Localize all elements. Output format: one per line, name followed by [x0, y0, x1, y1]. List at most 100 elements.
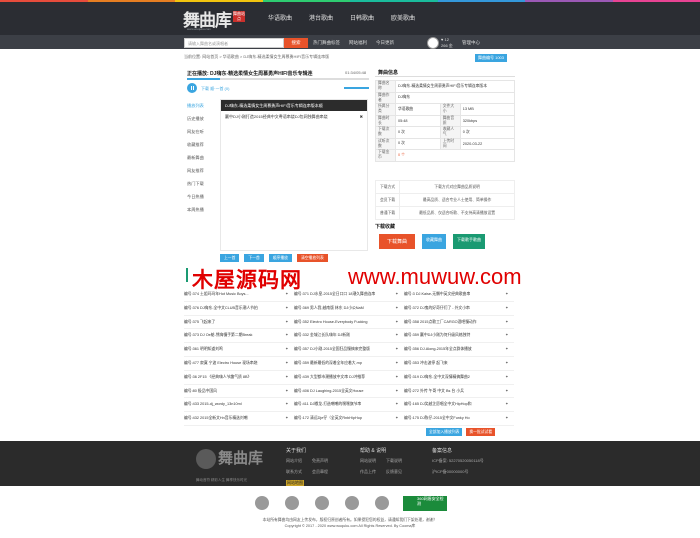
weibo-icon[interactable] [345, 496, 359, 510]
list-item[interactable]: 编号:371 DJ水皇-2015全日口口 18潮久舞曲连串 + [294, 288, 404, 301]
add-icon[interactable]: + [506, 357, 508, 371]
list-item[interactable]: 编号:353 冲击波停 起飞来 + [404, 357, 514, 370]
list-item[interactable]: 编号:80 极品中国风 + [184, 385, 294, 398]
next-button[interactable]: 下一首 [244, 254, 264, 262]
add-icon[interactable]: + [506, 412, 508, 426]
hot-tags-link[interactable]: 热门舞曲标签 [313, 40, 340, 46]
add-icon[interactable]: + [396, 316, 398, 330]
add-icon[interactable]: + [506, 371, 508, 385]
prev-button[interactable]: 上一首 [220, 254, 240, 262]
add-icon[interactable]: + [286, 412, 288, 426]
clear-playlist-button[interactable]: 清空播放列表 [296, 254, 328, 262]
list-item[interactable]: 编号:356 DJ.Along-2015年全点群体播放 + [404, 343, 514, 356]
list-item[interactable]: 编号:359 最新最低的深着全年应着大.mp + [294, 357, 404, 370]
add-all-button[interactable]: 全部加入播放列表 [426, 428, 463, 436]
tencent-weibo-icon[interactable] [375, 496, 389, 510]
favorite-song-button[interactable]: 收藏舞曲 [422, 234, 447, 249]
add-icon[interactable]: + [396, 288, 398, 302]
add-icon[interactable]: + [286, 357, 288, 371]
list-item[interactable]: 编号:358 2015点歌工厂CARGO酒吧慢动作 + [404, 316, 514, 329]
add-icon[interactable]: + [396, 385, 398, 399]
add-icon[interactable]: + [286, 371, 288, 385]
nav-item-jp-kr[interactable]: 日韩歌曲 [350, 13, 374, 22]
list-item[interactable]: 编号:373 DJ Oe蛤-熊嗨慢手第二期Break + [184, 329, 294, 342]
download-song-button[interactable]: 下载舞曲 [379, 234, 416, 249]
progress-bar[interactable] [187, 78, 369, 80]
list-item[interactable]: 编号:352 Electro House-Everybody Fucking + [294, 316, 404, 329]
playlist-item[interactable]: DJ嗨东-精选柔情女生周慕勇声HIFI音乐专辑连串版本顺 [221, 100, 367, 111]
search-button[interactable]: 搜索 [284, 38, 308, 48]
add-icon[interactable]: + [396, 329, 398, 343]
volume-slider[interactable] [344, 87, 369, 89]
list-item[interactable]: 编号:375 飞起来了 + [184, 316, 294, 329]
tab-recommend[interactable]: 网友推荐 [187, 164, 217, 177]
nav-item-mandarin[interactable]: 华语歌曲 [268, 13, 292, 22]
list-item[interactable]: 编号:175 DJ陈仔-2015全中文Funky Ho + [404, 412, 514, 425]
list-item[interactable]: 编号:372 DJ鬼的好奇仔们了 - 外文小串 + [404, 302, 514, 315]
add-icon[interactable]: + [396, 302, 398, 316]
remove-icon[interactable]: ✖ [360, 111, 363, 122]
add-icon[interactable]: + [286, 385, 288, 399]
add-icon[interactable]: + [396, 343, 398, 357]
refresh-batch-button[interactable]: 换一批试试看 [466, 428, 496, 436]
add-icon[interactable]: + [396, 357, 398, 371]
add-icon[interactable]: + [286, 302, 288, 316]
safety-badge[interactable]: 360网盾安全检测 [403, 496, 447, 511]
list-item[interactable]: 编号:439 大型都市潮播放中文串 DJ冲推荐 + [294, 371, 404, 384]
add-icon[interactable]: + [396, 412, 398, 426]
list-item[interactable]: 编号:272 外传 午哥 中文 Bs 台 小兵 + [404, 385, 514, 398]
add-icon[interactable]: + [286, 343, 288, 357]
list-item[interactable]: 编号:332 金城江长队嗨年 DJ新刚 + [294, 329, 404, 342]
tab-listening[interactable]: 网友在听 [187, 125, 217, 138]
admin-center-link[interactable]: 管理中心 [462, 40, 480, 46]
add-icon[interactable]: + [506, 343, 508, 357]
tab-today-hot[interactable]: 今日热播 [187, 190, 217, 203]
download-artist-button[interactable]: 下载歌手歌曲 [453, 234, 486, 249]
list-item[interactable]: 编号:36 2F15 《经典嗨人节趣气质 8B》 + [184, 371, 294, 384]
list-item[interactable]: 编号:369 男人我 越南版 林东 DJ小公NaM + [294, 302, 404, 315]
order-play-button[interactable]: 顺序播放 [268, 254, 292, 262]
add-icon[interactable]: + [506, 385, 508, 399]
list-item[interactable]: 编号:411 DJ嘟龙-打造嘲嘲的嘿嘿旗节串 + [294, 398, 404, 411]
tab-favorites[interactable]: 收藏推荐 [187, 138, 217, 151]
add-icon[interactable]: + [286, 329, 288, 343]
add-icon[interactable]: + [506, 288, 508, 302]
player-controls[interactable]: 下载 顺·一首 (0) [201, 86, 229, 92]
tab-week-hot[interactable]: 本周热播 [187, 203, 217, 216]
add-icon[interactable]: + [286, 288, 288, 302]
ie-icon[interactable] [255, 496, 269, 510]
add-icon[interactable]: + [506, 316, 508, 330]
pause-button[interactable] [187, 83, 197, 93]
list-item[interactable]: 编号:361 明明知道刘鸣 + [184, 343, 294, 356]
list-item[interactable]: 编号:172 清远Dje仔（全英文RnbHipHop + [294, 412, 404, 425]
list-item[interactable]: 编号:357 DJ小刚-2015全国狂品慢搞来完整版 + [294, 343, 404, 356]
nav-item-western[interactable]: 欧美歌曲 [391, 13, 415, 22]
list-item[interactable]: 编号:376 DJ嗨东-全中文CLUB音乐潮人节拍 + [184, 302, 294, 315]
add-icon[interactable]: + [286, 316, 288, 330]
site-logo[interactable]: 舞曲库 舞曲站点 www.wuquku.com [183, 6, 247, 32]
tab-latest[interactable]: 最新舞曲 [187, 151, 217, 164]
list-item[interactable]: 编号:319 DJ嗨东-全中文深情精搞舞曲2 + [404, 371, 514, 384]
tab-history[interactable]: 历史播放 [187, 112, 217, 125]
list-item[interactable]: 编号:374 土姐玛玛年Hot Music Boys... + [184, 288, 294, 301]
avatar[interactable] [427, 37, 439, 49]
add-icon[interactable]: + [506, 302, 508, 316]
add-icon[interactable]: + [506, 398, 508, 412]
today-updates-link[interactable]: 今日更新 [376, 40, 394, 46]
tab-hot-download[interactable]: 热门下载 [187, 177, 217, 190]
list-item[interactable]: 编号:3 DJ.Kaise-无懈中英文经典歌曲串 + [404, 288, 514, 301]
add-icon[interactable]: + [396, 371, 398, 385]
qq-icon[interactable] [285, 496, 299, 510]
add-icon[interactable]: + [506, 329, 508, 343]
list-item[interactable]: 编号:477 寂寞 宁波 Electro House 现场串烧 + [184, 357, 294, 370]
welfare-link[interactable]: 网站福利 [349, 40, 367, 46]
list-item[interactable]: 编号:165 DJ笑越芷愿唱全中文HipHop和 + [404, 398, 514, 411]
list-item[interactable]: 编号:406 DJ Laughing-2015全英文House + [294, 385, 404, 398]
add-icon[interactable]: + [396, 398, 398, 412]
add-icon[interactable]: + [286, 398, 288, 412]
list-item[interactable]: 编号:359 赢中DJ小刚为何升级风格独特 + [404, 329, 514, 342]
list-item[interactable]: 编号:433 2015-dj_wordy_13n10ml + [184, 398, 294, 411]
nav-item-hk-tw[interactable]: 港台歌曲 [309, 13, 333, 22]
tab-playlist[interactable]: 播放列表 [187, 99, 217, 112]
playlist-item[interactable]: 赢中DJ小刚打造2015经典中文粤语串烧DJ包网独舞曲串烧 ✖ [221, 111, 367, 122]
